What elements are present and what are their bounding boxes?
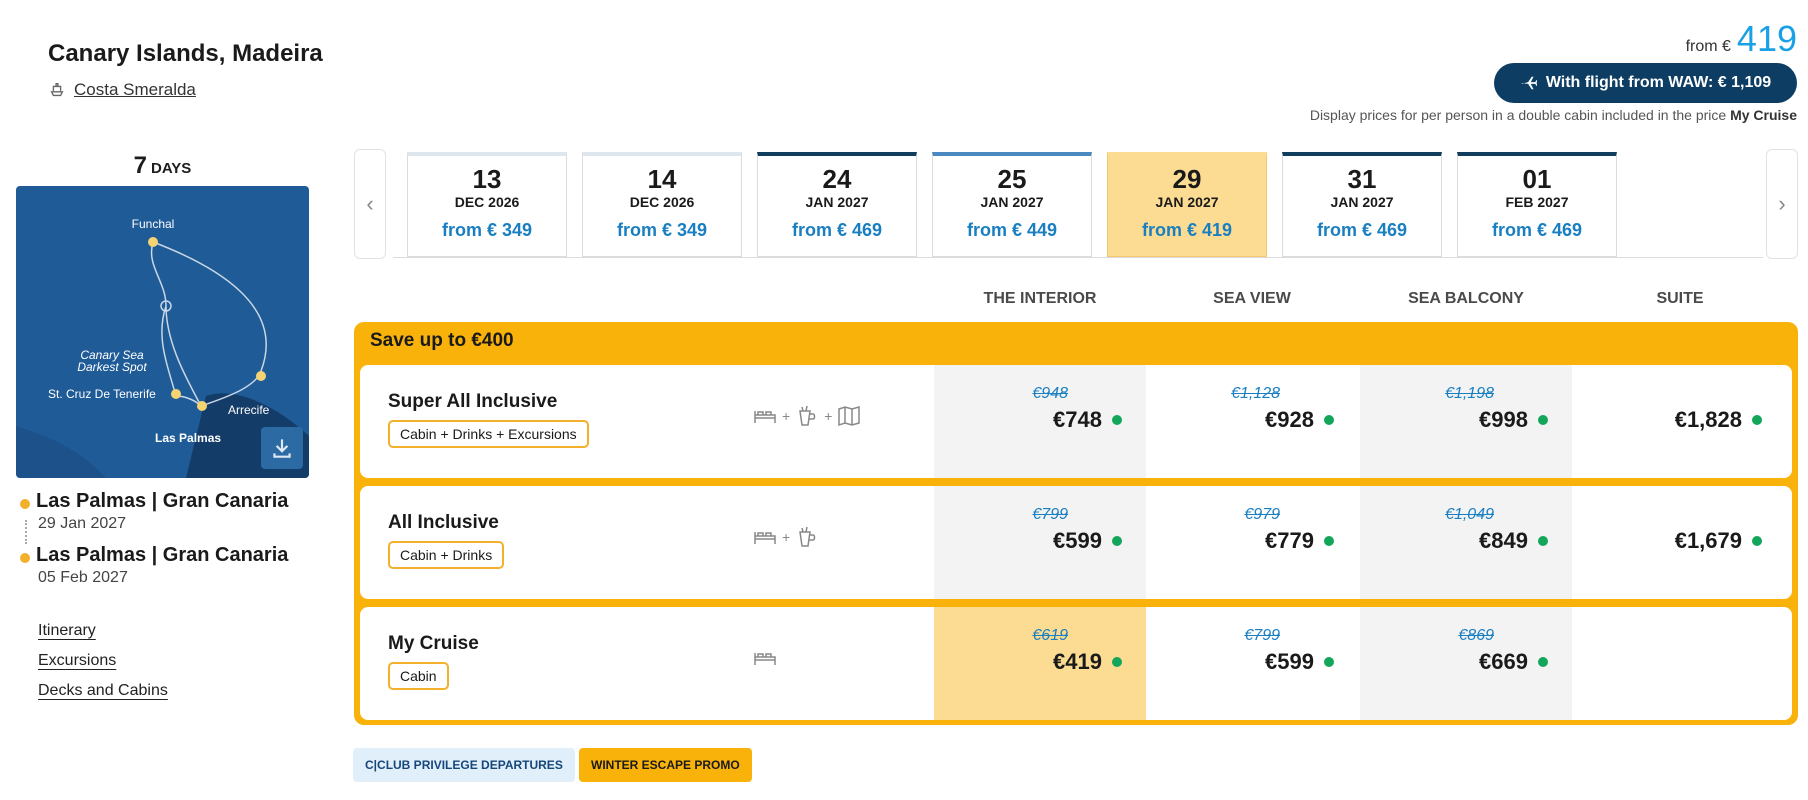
package-tag: Cabin + Drinks + Excursions [388,420,589,448]
date-strip-baseline [393,257,1763,258]
drink-icon [799,526,816,547]
chevron-left-icon: ‹ [366,191,374,216]
availability-dot-icon [1324,657,1334,667]
flight-button[interactable]: With flight from WAW: € 1,109 [1494,63,1797,103]
price-cell-empty [1574,607,1786,720]
lowest-price: from € 419 [1686,18,1797,60]
price-cell[interactable]: €1,198 €998 [1360,365,1572,478]
price-cell[interactable]: €1,128 €928 [1146,365,1358,478]
chevron-right-icon: › [1778,191,1786,216]
route-divider [25,520,27,544]
bed-icon [754,411,776,423]
date-option-selected[interactable]: 29 JAN 2027 from € 419 [1107,152,1267,257]
download-map-button[interactable] [261,427,303,469]
price-cell-selected[interactable]: €619 €419 [934,607,1146,720]
next-dates-button[interactable]: › [1766,149,1798,259]
date-option[interactable]: 01 FEB 2027 from € 469 [1457,152,1617,257]
availability-dot-icon [1538,415,1548,425]
arrival-port-name: Las Palmas | Gran Canaria [36,544,289,566]
download-icon [273,439,291,458]
package-icons [752,645,778,671]
package-row-super-all-inclusive: Super All Inclusive Cabin + Drinks + Exc… [360,365,1792,478]
package-row-all-inclusive: All Inclusive Cabin + Drinks + €799 €599… [360,486,1792,599]
departure-port: Las Palmas | Gran Canaria 29 Jan 2027 [20,490,320,533]
duration: 7 DAYS [16,152,309,180]
availability-dot-icon [1112,415,1122,425]
price-disclaimer: Display prices for per person in a doubl… [1309,107,1797,123]
itinerary-link[interactable]: Itinerary [38,622,96,640]
availability-dot-icon [1112,536,1122,546]
package-name: My Cruise [388,633,479,654]
ship-name: Costa Smeralda [74,80,196,99]
arrival-port: Las Palmas | Gran Canaria 05 Feb 2027 [20,544,320,587]
page-title: Canary Islands, Madeira [48,40,323,67]
days-number: 7 [133,152,148,179]
price-cell[interactable]: €979 €779 [1146,486,1358,599]
departure-date: 29 Jan 2027 [38,515,127,532]
price-cell[interactable]: €1,049 €849 [1360,486,1572,599]
price-value: 419 [1736,18,1797,59]
ship-link[interactable]: Costa Smeralda [48,80,196,100]
availability-dot-icon [1752,536,1762,546]
availability-dot-icon [1538,657,1548,667]
availability-dot-icon [1538,536,1548,546]
column-header-suite: SUITE [1656,290,1704,307]
column-header-sea-view: SEA VIEW [1213,290,1291,307]
price-cell[interactable]: €1,828 [1574,365,1786,478]
date-option[interactable]: 31 JAN 2027 from € 469 [1282,152,1442,257]
column-header-sea-balcony: SEA BALCONY [1408,290,1524,307]
date-option[interactable]: 13 DEC 2026 from € 349 [407,152,567,257]
offer-banner: Save up to €400 [370,330,514,351]
package-name: Super All Inclusive [388,391,558,412]
winter-promo-badge[interactable]: WINTER ESCAPE PROMO [579,748,752,782]
map-label-arrecife: Arrecife [228,403,270,417]
availability-dot-icon [1324,536,1334,546]
prev-dates-button[interactable]: ‹ [354,149,386,259]
date-option[interactable]: 14 DEC 2026 from € 349 [582,152,742,257]
availability-dot-icon [1752,415,1762,425]
price-cell[interactable]: €1,679 [1574,486,1786,599]
bed-icon [754,532,776,544]
excursions-link[interactable]: Excursions [38,652,116,670]
bed-icon [754,653,776,665]
decks-cabins-link[interactable]: Decks and Cabins [38,682,168,700]
date-option[interactable]: 25 JAN 2027 from € 449 [932,152,1092,257]
departure-port-name: Las Palmas | Gran Canaria [36,490,289,512]
package-icons: + + [752,403,862,429]
package-row-my-cruise: My Cruise Cabin €619 €419 €799 €599 €869… [360,607,1792,720]
arrival-date: 05 Feb 2027 [38,569,128,586]
plane-icon [1521,76,1537,90]
map-label-las-palmas: Las Palmas [155,431,221,445]
availability-dot-icon [1324,415,1334,425]
from-label: from € [1685,38,1731,55]
price-cell[interactable]: €799 €599 [1146,607,1358,720]
map-label-tenerife: St. Cruz De Tenerife [48,387,156,401]
map-icon [838,406,861,427]
map-label-funchal: Funchal [132,217,175,231]
package-icons: + [752,524,820,550]
ship-icon [50,83,64,97]
package-tag: Cabin [388,662,449,690]
drink-icon [799,405,816,426]
price-cell[interactable]: €948 €748 [934,365,1146,478]
days-label: DAYS [151,160,192,177]
flight-button-label: With flight from WAW: € 1,109 [1545,74,1772,91]
departure-pin-icon [20,498,30,509]
price-cell[interactable]: €799 €599 [934,486,1146,599]
arrival-pin-icon [20,552,30,563]
availability-dot-icon [1112,657,1122,667]
price-cell[interactable]: €869 €669 [1360,607,1572,720]
column-header-interior: THE INTERIOR [983,290,1097,307]
date-option[interactable]: 24 JAN 2027 from € 469 [757,152,917,257]
package-tag: Cabin + Drinks [388,541,505,569]
package-name: All Inclusive [388,512,499,533]
map-label-darkest-spot: Darkest Spot [77,360,147,374]
club-privilege-badge[interactable]: C|CLUB PRIVILEGE DEPARTURES [353,748,575,782]
